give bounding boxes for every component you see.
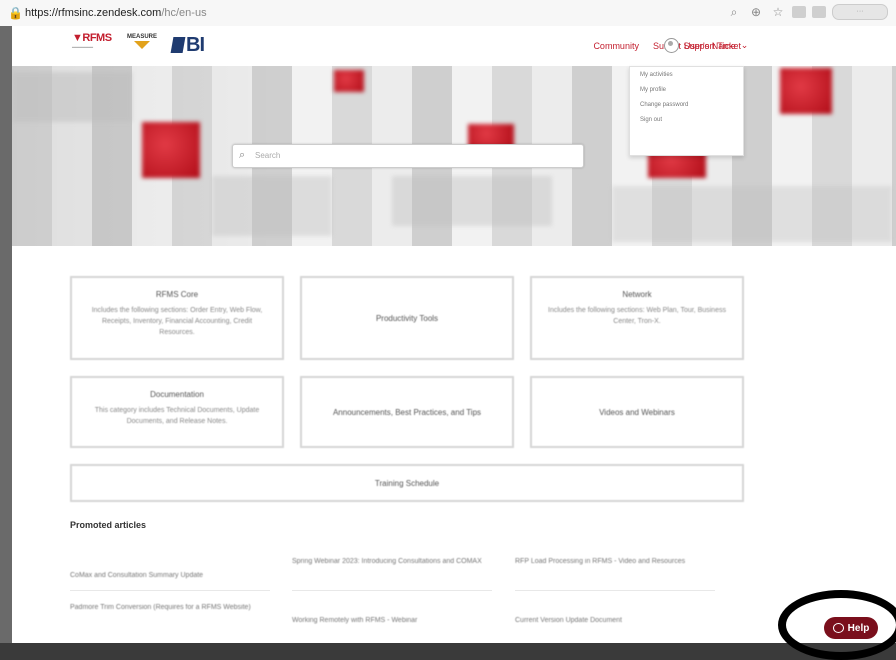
hero-tile [12,72,132,122]
url-path: /hc/en-us [161,7,207,19]
address-bar[interactable]: 🔒 https://rfmsinc.zendesk.com/hc/en-us ⌕… [0,0,896,27]
dropdown-item-sign-out[interactable]: Sign out [630,112,743,127]
chat-bubble-icon [832,623,844,633]
zoom-icon[interactable]: ⊕ [748,5,764,19]
divider [70,590,270,591]
category-card-rfms-core[interactable]: RFMS Core Includes the following section… [70,276,284,360]
extension-icon[interactable] [792,6,806,18]
article-link[interactable]: CoMax and Consultation Summary Update [70,570,280,581]
user-name: User's Name [684,40,736,51]
measure-logo[interactable]: MEASURE [124,34,160,56]
help-label: Help [847,622,870,634]
site-header: ▼RFMS ━━━━━━━ MEASURE BI Community Submi… [12,26,896,66]
dropdown-item-change-password[interactable]: Change password [630,97,743,112]
browser-window: 🔒 https://rfmsinc.zendesk.com/hc/en-us ⌕… [0,0,896,660]
rfms-logo[interactable]: ▼RFMS ━━━━━━━ [72,32,118,58]
hero-tile [392,176,552,226]
help-button[interactable]: Help [824,617,878,639]
search-input[interactable]: ⌕ Search [232,144,584,168]
article-link[interactable]: Padmore Trim Conversion (Requires for a … [70,602,280,613]
lock-icon: 🔒 [8,6,23,20]
promoted-articles-heading: Promoted articles [70,520,147,530]
dropdown-item-profile[interactable]: My profile [630,82,743,97]
category-title: Training Schedule [374,478,440,488]
category-title: Announcements, Best Practices, and Tips [332,407,482,417]
measure-logo-text: MEASURE [126,34,157,40]
category-card-productivity[interactable]: Productivity Tools [300,276,514,360]
hero-tile [334,70,364,92]
category-title: Documentation [150,390,204,399]
bi-logo[interactable]: BI [170,34,205,57]
avatar [664,38,679,53]
bi-mark-icon [170,37,186,53]
user-menu[interactable]: User's Name ⌄ [664,38,748,53]
search-icon[interactable]: ⌕ [726,5,742,20]
toolbar-icons: ⌕ ⊕ ☆ ··· [726,4,888,20]
chevron-down-icon: ⌄ [740,40,749,50]
category-card-network[interactable]: Network Includes the following sections:… [530,276,744,360]
category-card-training[interactable]: Training Schedule [70,464,744,502]
search-placeholder: Search [255,151,281,160]
star-icon[interactable]: ☆ [770,5,786,19]
category-card-documentation[interactable]: Documentation This category includes Tec… [70,376,284,448]
url-host: https://rfmsinc.zendesk.com [25,7,162,19]
bi-logo-text: BI [186,34,205,56]
category-title: RFMS Core [155,290,199,299]
article-link[interactable]: Current Version Update Document [515,615,725,626]
rfms-logo-text: RFMS [82,32,112,44]
measure-triangle-icon [134,41,150,49]
article-link[interactable]: Working Remotely with RFMS - Webinar [292,615,502,626]
category-card-announcements[interactable]: Announcements, Best Practices, and Tips [300,376,514,448]
article-link[interactable]: RFP Load Processing in RFMS - Video and … [515,556,725,567]
category-title: Network [622,290,652,299]
category-title: Productivity Tools [375,313,439,323]
hero-tile [212,176,332,236]
window-edge [0,26,12,643]
search-icon: ⌕ [239,149,246,161]
hero-banner: ⌕ Search [12,66,896,246]
dropdown-item-activities[interactable]: My activities [630,67,743,82]
nav-community-link[interactable]: Community [593,41,639,51]
divider [515,590,715,591]
category-card-videos[interactable]: Videos and Webinars [530,376,744,448]
profile-pill[interactable]: ··· [832,4,888,20]
category-description: Includes the following sections: Web Pla… [548,307,726,325]
category-description: Includes the following sections: Order E… [91,307,263,336]
url-text[interactable]: https://rfmsinc.zendesk.com/hc/en-us [25,7,207,19]
user-dropdown-menu: My activities My profile Change password… [629,66,744,156]
extension-icon-2[interactable] [812,6,826,18]
category-title: Videos and Webinars [599,407,675,417]
article-link[interactable]: Spring Webinar 2023: Introducing Consult… [292,556,502,567]
divider [292,590,492,591]
hero-tile [780,68,832,114]
category-description: This category includes Technical Documen… [94,407,260,425]
hero-tile [142,122,200,178]
hero-tile [612,186,892,242]
